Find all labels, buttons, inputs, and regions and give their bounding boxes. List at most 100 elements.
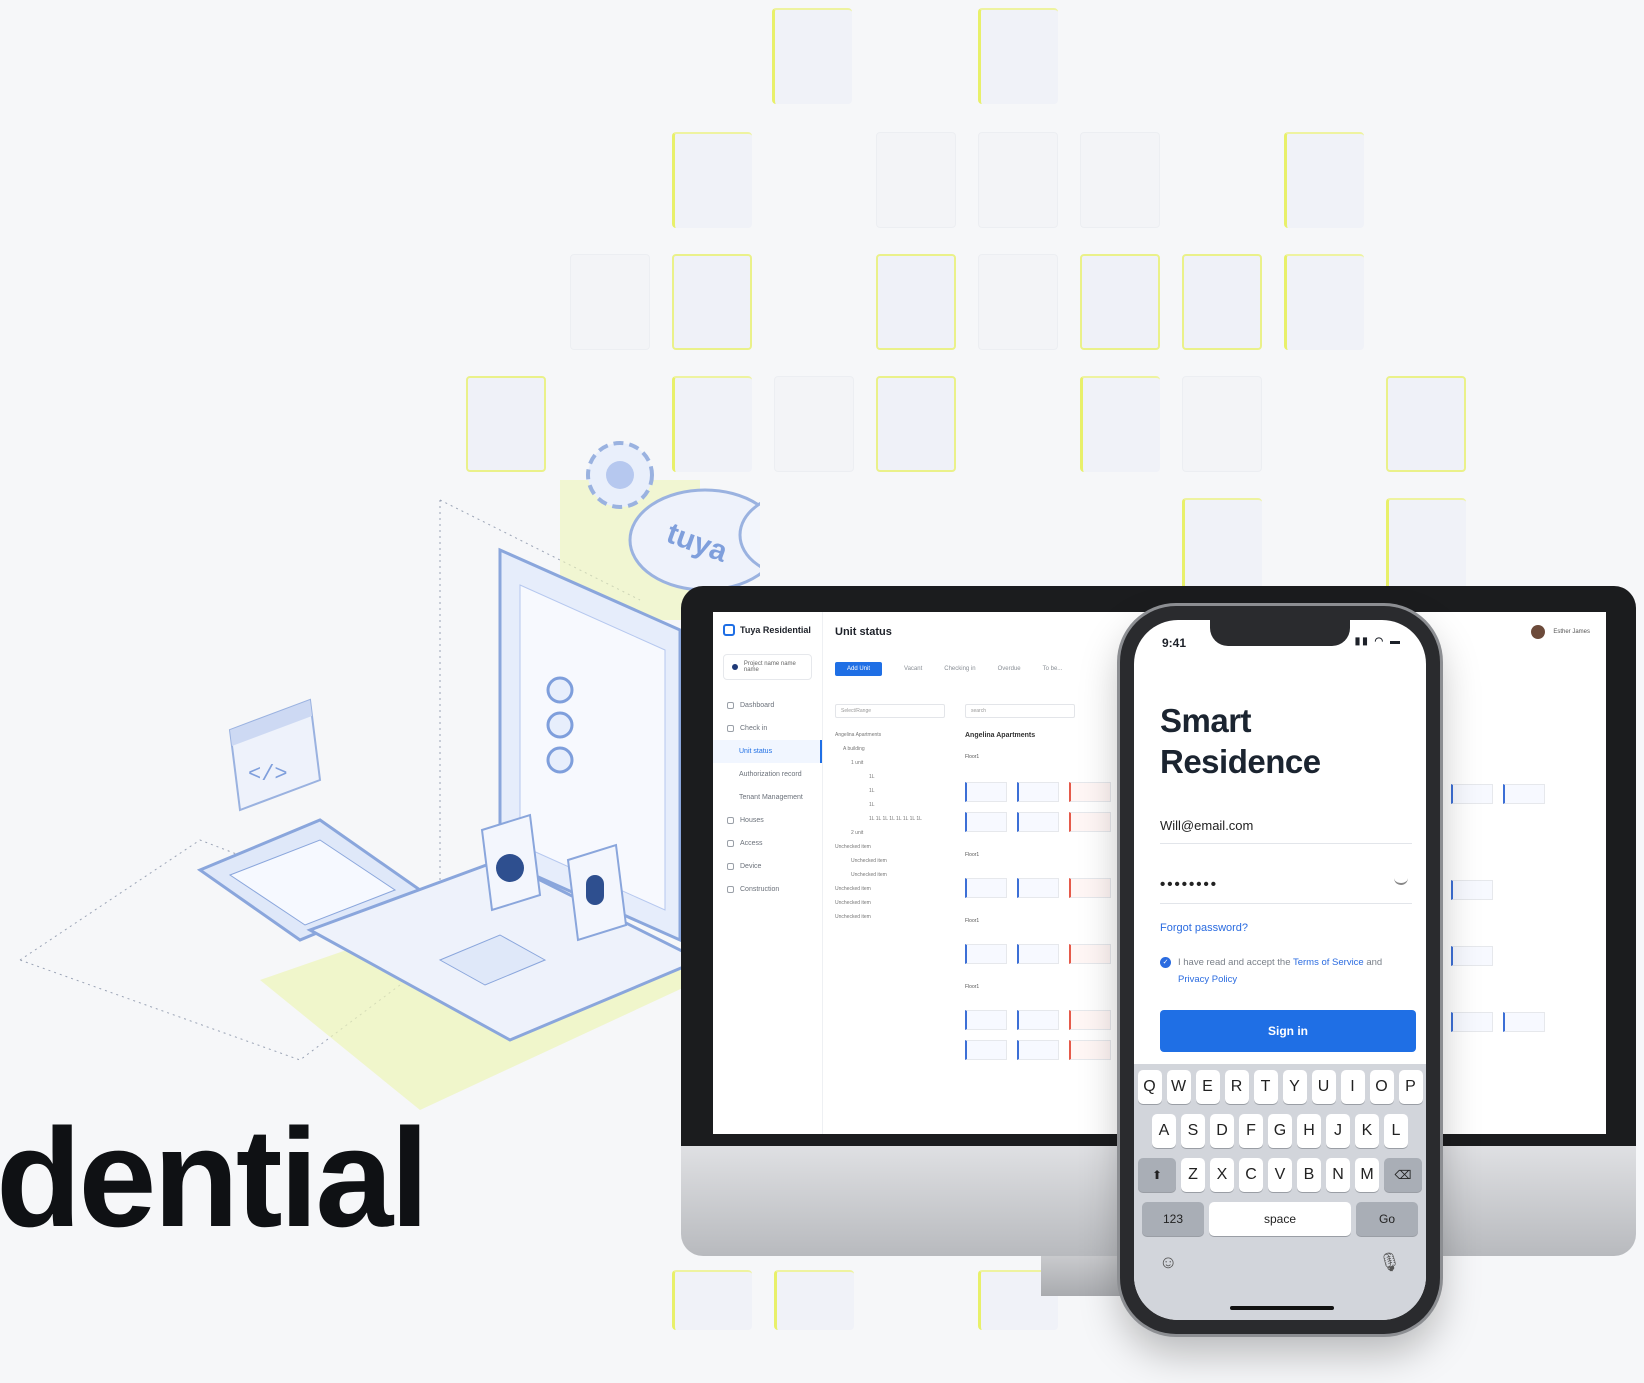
nav-unit-status[interactable]: Unit status [713, 740, 822, 763]
key-d[interactable]: D [1210, 1114, 1234, 1148]
tree-item[interactable]: Unchecked item [835, 854, 922, 868]
tab-checking-in[interactable]: Checking in [944, 666, 975, 672]
avatar[interactable] [1531, 625, 1546, 639]
home-logo-icon [723, 624, 735, 636]
unit-card[interactable] [1069, 1040, 1111, 1060]
nav-tenant-management[interactable]: Tenant Management [713, 786, 822, 809]
emoji-icon[interactable]: ☺ [1159, 1252, 1177, 1273]
key-v[interactable]: V [1268, 1158, 1292, 1192]
unit-card[interactable] [965, 1040, 1007, 1060]
key-j[interactable]: J [1326, 1114, 1350, 1148]
unit-card[interactable] [1451, 784, 1493, 804]
tree-item[interactable]: Unchecked item [835, 882, 922, 896]
unit-card[interactable] [1451, 880, 1493, 900]
nav-access[interactable]: Access [713, 832, 822, 855]
privacy-link[interactable]: Privacy Policy [1178, 974, 1237, 985]
key-g[interactable]: G [1268, 1114, 1292, 1148]
tree-item[interactable]: Unchecked item [835, 868, 922, 882]
unit-card[interactable] [1017, 812, 1059, 832]
key-y[interactable]: Y [1282, 1070, 1307, 1104]
tab-to-be[interactable]: To be... [1043, 666, 1063, 672]
nav-authorization-record[interactable]: Authorization record [713, 763, 822, 786]
nav-houses[interactable]: Houses [713, 809, 822, 832]
key-q[interactable]: Q [1137, 1070, 1162, 1104]
tree-item[interactable]: 1L [835, 784, 922, 798]
unit-card[interactable] [1017, 1010, 1059, 1030]
key-t[interactable]: T [1253, 1070, 1278, 1104]
key-b[interactable]: B [1297, 1158, 1321, 1192]
go-key[interactable]: Go [1356, 1202, 1418, 1236]
key-x[interactable]: X [1210, 1158, 1234, 1192]
key-m[interactable]: M [1355, 1158, 1379, 1192]
key-l[interactable]: L [1384, 1114, 1408, 1148]
filter-select[interactable]: Select/Range [835, 704, 945, 718]
unit-card[interactable] [965, 812, 1007, 832]
unit-card[interactable] [1069, 812, 1111, 832]
key-a[interactable]: A [1152, 1114, 1176, 1148]
eye-icon[interactable] [1394, 878, 1408, 885]
unit-card[interactable] [1069, 878, 1111, 898]
unit-card[interactable] [1017, 944, 1059, 964]
unit-card[interactable] [1069, 1010, 1111, 1030]
numbers-key[interactable]: 123 [1142, 1202, 1204, 1236]
unit-card[interactable] [1503, 784, 1545, 804]
user-name[interactable]: Esther James [1553, 629, 1590, 635]
checkbox-checked-icon[interactable]: ✓ [1160, 957, 1171, 968]
tree-item[interactable]: Unchecked item [835, 910, 922, 924]
forgot-password-link[interactable]: Forgot password? [1160, 922, 1248, 934]
tree-item[interactable]: 2 unit [835, 826, 922, 840]
search-input[interactable]: search [965, 704, 1075, 718]
password-field[interactable]: •••••••• [1160, 876, 1412, 904]
key-e[interactable]: E [1195, 1070, 1220, 1104]
tab-vacant[interactable]: Vacant [904, 666, 922, 672]
shift-key[interactable]: ⬆ [1138, 1158, 1176, 1192]
key-z[interactable]: Z [1181, 1158, 1205, 1192]
tab-overdue[interactable]: Overdue [998, 666, 1021, 672]
unit-card[interactable] [1451, 1012, 1493, 1032]
unit-card[interactable] [1017, 878, 1059, 898]
unit-card[interactable] [1451, 946, 1493, 966]
key-h[interactable]: H [1297, 1114, 1321, 1148]
nav-dashboard[interactable]: Dashboard [713, 694, 822, 717]
key-p[interactable]: P [1398, 1070, 1423, 1104]
bluetooth-block-icon [566, 843, 628, 942]
tree-item[interactable]: Unchecked item [835, 896, 922, 910]
key-k[interactable]: K [1355, 1114, 1379, 1148]
key-s[interactable]: S [1181, 1114, 1205, 1148]
unit-card[interactable] [1069, 944, 1111, 964]
unit-card[interactable] [965, 878, 1007, 898]
tree-item[interactable]: 1L [835, 770, 922, 784]
unit-card[interactable] [965, 1010, 1007, 1030]
unit-card[interactable] [965, 782, 1007, 802]
add-unit-button[interactable]: Add Unit [835, 662, 883, 676]
unit-card[interactable] [965, 944, 1007, 964]
tree-item[interactable]: 1L 1L 1L 1L 1L 1L 1L 1L [835, 812, 922, 826]
key-n[interactable]: N [1326, 1158, 1350, 1192]
sign-in-button[interactable]: Sign in [1160, 1010, 1416, 1052]
terms-link[interactable]: Terms of Service [1293, 957, 1364, 968]
email-field[interactable]: Will@email.com [1160, 818, 1412, 844]
key-i[interactable]: I [1340, 1070, 1365, 1104]
microphone-icon[interactable]: 🎙 [1378, 1252, 1401, 1273]
nav-device[interactable]: Device [713, 855, 822, 878]
key-f[interactable]: F [1239, 1114, 1263, 1148]
key-o[interactable]: O [1369, 1070, 1394, 1104]
tree-item[interactable]: A building [835, 742, 922, 756]
tree-item[interactable]: 1L [835, 798, 922, 812]
space-key[interactable]: space [1209, 1202, 1351, 1236]
tree-item[interactable]: Unchecked item [835, 840, 922, 854]
unit-card[interactable] [1503, 1012, 1545, 1032]
key-c[interactable]: C [1239, 1158, 1263, 1192]
key-r[interactable]: R [1224, 1070, 1249, 1104]
backspace-key[interactable]: ⌫ [1384, 1158, 1422, 1192]
key-w[interactable]: W [1166, 1070, 1191, 1104]
tree-item[interactable]: Angelina Apartments [835, 728, 922, 742]
unit-card[interactable] [1017, 782, 1059, 802]
nav-construction[interactable]: Construction [713, 878, 822, 901]
tree-item[interactable]: 1 unit [835, 756, 922, 770]
nav-check-in[interactable]: Check in [713, 717, 822, 740]
key-u[interactable]: U [1311, 1070, 1336, 1104]
project-selector[interactable]: Project name name name [723, 654, 812, 680]
unit-card[interactable] [1069, 782, 1111, 802]
unit-card[interactable] [1017, 1040, 1059, 1060]
